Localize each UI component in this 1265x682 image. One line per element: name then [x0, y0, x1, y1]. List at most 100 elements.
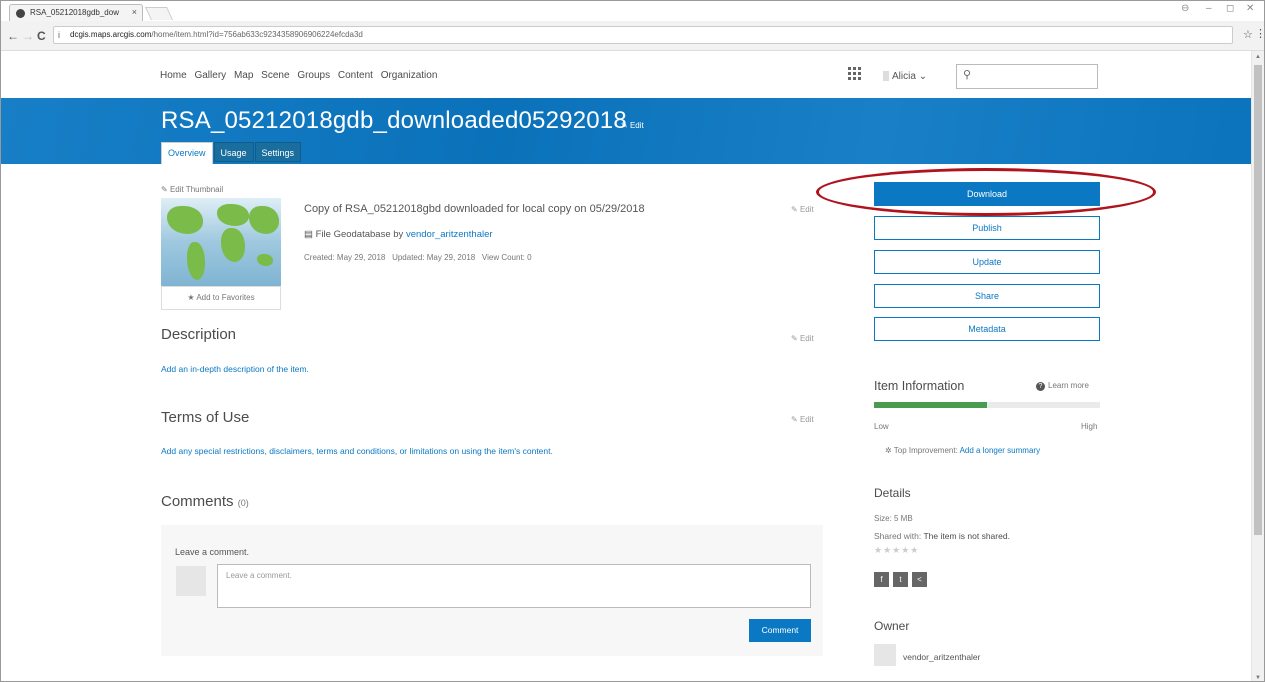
pencil-icon: ✎ [161, 185, 168, 194]
page-scrollbar[interactable]: ▲ ▼ [1251, 51, 1264, 681]
summary-edit-label: Edit [799, 205, 814, 214]
top-improvement: ✲ Top Improvement: Add a longer summary [885, 446, 1040, 455]
bookmark-star-icon[interactable]: ☆ [1243, 28, 1253, 41]
search-icon: ⚲ [963, 69, 972, 81]
tab-close-icon[interactable]: × [132, 5, 137, 20]
nav-groups[interactable]: Groups [297, 70, 330, 81]
description-edit-label: Edit [799, 334, 814, 343]
nav-map[interactable]: Map [234, 70, 253, 81]
comment-button[interactable]: Comment [749, 619, 811, 642]
minimize-icon[interactable]: – [1206, 3, 1212, 14]
top-improvement-label: Top Improvement: [893, 446, 958, 455]
add-longer-summary-link[interactable]: Add a longer summary [960, 446, 1040, 455]
search-input[interactable]: ⚲ [956, 64, 1098, 89]
meter-low-label: Low [874, 422, 889, 431]
publish-button[interactable]: Publish [874, 216, 1100, 240]
arcgis-favicon-icon [16, 9, 25, 18]
terms-edit-link[interactable]: ✎ Edit [791, 415, 814, 424]
learn-more-link[interactable]: ? Learn more [1036, 381, 1089, 391]
item-size: Size: 5 MB [874, 514, 913, 523]
profile-icon[interactable]: ⊖ [1181, 3, 1189, 14]
site-info-icon[interactable]: i [58, 27, 60, 43]
help-icon: ? [1036, 382, 1045, 391]
share-button[interactable]: Share [874, 284, 1100, 308]
summary-edit-link[interactable]: ✎ Edit [791, 205, 814, 214]
created-date: Created: May 29, 2018 [304, 253, 386, 262]
url-field[interactable]: i dcgis.maps.arcgis.com/home/item.html?i… [53, 26, 1233, 44]
nav-content[interactable]: Content [338, 70, 373, 81]
rating-stars[interactable]: ★★★★★ [874, 545, 919, 556]
terms-edit-label: Edit [799, 415, 814, 424]
edit-thumbnail-label: Edit Thumbnail [169, 185, 224, 194]
add-to-favorites-button[interactable]: ★ Add to Favorites [161, 286, 281, 310]
reload-icon[interactable]: C [37, 29, 46, 43]
description-heading: Description [161, 326, 237, 343]
avatar [176, 566, 206, 596]
facebook-icon[interactable]: f [874, 572, 889, 587]
add-to-favorites-label: Add to Favorites [196, 293, 255, 302]
tab-settings[interactable]: Settings [254, 142, 302, 162]
user-menu[interactable]: Alicia ⌄ [883, 71, 927, 82]
comment-input[interactable]: Leave a comment. [217, 564, 811, 608]
chevron-down-icon: ⌄ [918, 71, 928, 82]
comment-panel: Leave a comment. Leave a comment. Commen… [161, 525, 823, 656]
title-edit-link[interactable]: ✎ Edit [621, 121, 644, 130]
tab-overview[interactable]: Overview [161, 142, 213, 164]
app-launcher-icon[interactable] [848, 67, 862, 81]
tab-usage[interactable]: Usage [213, 142, 254, 162]
leave-comment-label: Leave a comment. [175, 547, 250, 557]
owner-avatar [874, 644, 896, 666]
item-information-meter [874, 402, 1100, 408]
shared-with-value: The item is not shared. [923, 531, 1010, 541]
share-link-icon[interactable]: < [912, 572, 927, 587]
improvement-icon: ✲ [885, 446, 892, 455]
item-dates: Created: May 29, 2018 Updated: May 29, 2… [304, 253, 532, 262]
restore-icon[interactable]: ◻ [1226, 3, 1234, 14]
portal-header: Home Gallery Map Scene Groups Content Or… [1, 51, 1251, 98]
browser-window: RSA_05212018gdb_dow × ⊖ – ◻ ✕ ← → C i dc… [0, 0, 1265, 682]
comments-heading: Comments (0) [161, 493, 249, 510]
close-window-icon[interactable]: ✕ [1246, 3, 1254, 14]
title-edit-label: Edit [629, 121, 644, 130]
updated-date: Updated: May 29, 2018 [392, 253, 476, 262]
update-button[interactable]: Update [874, 250, 1100, 274]
nav-scene[interactable]: Scene [261, 70, 289, 81]
item-banner: RSA_05212018gdb_downloaded05292018 ✎ Edi… [1, 98, 1251, 164]
shared-with-label: Shared with: [874, 531, 922, 541]
browser-tab[interactable]: RSA_05212018gdb_dow × [9, 4, 143, 21]
metadata-button[interactable]: Metadata [874, 317, 1100, 341]
nav-home[interactable]: Home [160, 70, 187, 81]
owner-name[interactable]: vendor_aritzenthaler [903, 652, 981, 662]
download-highlight-ring [816, 168, 1156, 216]
add-description-link[interactable]: Add an in-depth description of the item. [161, 364, 309, 374]
user-avatar [883, 71, 889, 82]
nav-organization[interactable]: Organization [381, 70, 438, 81]
browser-menu-icon[interactable]: ⋮ [1255, 27, 1264, 40]
back-arrow-icon[interactable]: ← [7, 29, 19, 43]
forward-arrow-icon[interactable]: → [22, 29, 34, 43]
scrollbar-thumb[interactable] [1254, 65, 1262, 535]
meter-high-label: High [1081, 422, 1098, 431]
file-type-label: File Geodatabase by [315, 229, 404, 240]
file-icon: ▤ [304, 229, 313, 240]
nav-gallery[interactable]: Gallery [194, 70, 226, 81]
view-count: View Count: 0 [481, 253, 532, 262]
twitter-icon[interactable]: t [893, 572, 908, 587]
user-name: Alicia [892, 71, 916, 82]
shared-with: Shared with: The item is not shared. [874, 531, 1010, 541]
item-thumbnail [161, 198, 281, 286]
page-title: RSA_05212018gdb_downloaded05292018 [161, 107, 627, 134]
scroll-up-icon[interactable]: ▲ [1255, 54, 1261, 60]
address-toolbar: ← → C i dcgis.maps.arcgis.com/home/item.… [1, 21, 1264, 51]
tab-strip: RSA_05212018gdb_dow × ⊖ – ◻ ✕ [1, 1, 1264, 21]
url-path: /home/item.html?id=756ab633c923435890690… [151, 30, 363, 39]
item-summary: Copy of RSA_05212018gbd downloaded for l… [304, 203, 645, 215]
add-terms-link[interactable]: Add any special restrictions, disclaimer… [161, 446, 553, 456]
comments-title: Comments [161, 493, 234, 510]
edit-thumbnail-link[interactable]: ✎ Edit Thumbnail [161, 185, 223, 194]
new-tab-button[interactable] [144, 7, 174, 20]
owner-link[interactable]: vendor_aritzenthaler [406, 229, 493, 240]
scroll-down-icon[interactable]: ▼ [1255, 675, 1261, 681]
item-information-heading: Item Information [874, 379, 965, 393]
description-edit-link[interactable]: ✎ Edit [791, 334, 814, 343]
